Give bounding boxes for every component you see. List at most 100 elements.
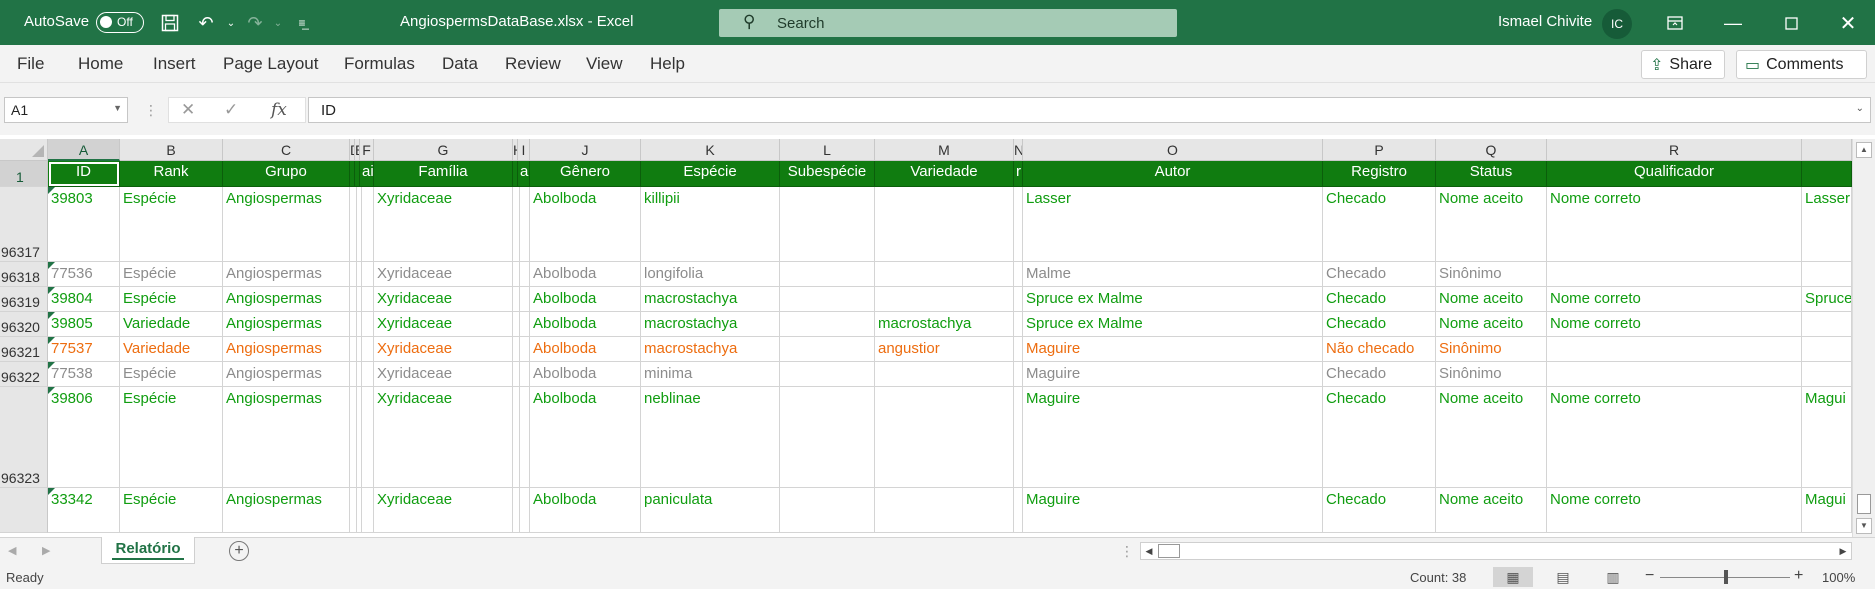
user-name[interactable]: Ismael Chivite [1498,13,1592,30]
cell-autor[interactable]: Spruce ex Malme [1023,312,1323,337]
cell-s[interactable]: Magui [1802,488,1852,533]
cell-i[interactable] [518,362,530,387]
cell-id[interactable]: 33342 [48,488,120,533]
cell-variedade[interactable] [875,488,1014,533]
cell-rank[interactable]: Espécie [120,187,223,262]
cell-variedade[interactable] [875,387,1014,488]
cell-especie[interactable]: neblinae [641,387,780,488]
cell-qualificador[interactable]: Nome correto [1547,488,1802,533]
cell-id[interactable]: 77537 [48,337,120,362]
cell-status[interactable]: Nome aceito [1436,312,1547,337]
cell-subespecie[interactable] [780,337,875,362]
cell-s[interactable] [1802,337,1852,362]
number-as-text-indicator-icon[interactable] [48,488,55,495]
header-cell-grupo[interactable]: Grupo [223,161,350,187]
cell-f[interactable] [360,488,374,533]
confirm-entry-icon[interactable]: ✓ [224,100,238,120]
cell-subespecie[interactable] [780,488,875,533]
add-sheet-icon[interactable]: + [229,541,249,561]
cell-familia[interactable]: Xyridaceae [374,262,513,287]
row-header[interactable]: 96319 [0,287,48,312]
cell-s[interactable]: Spruce [1802,287,1852,312]
column-header-f[interactable]: F [360,139,374,161]
column-header-m[interactable]: M [875,139,1014,161]
header-cell-genero[interactable]: Gênero [530,161,641,187]
cell-autor[interactable]: Maguire [1023,387,1323,488]
next-sheet-icon[interactable]: ▶ [42,544,50,557]
cell-i[interactable] [518,287,530,312]
column-header-l[interactable]: L [780,139,875,161]
cell-autor[interactable]: Maguire [1023,488,1323,533]
cell-familia[interactable]: Xyridaceae [374,287,513,312]
tab-data[interactable]: Data [442,54,478,74]
header-cell-qualificador[interactable]: Qualificador [1547,161,1802,187]
row-header[interactable]: 96323 [0,387,48,488]
cell-f[interactable] [360,312,374,337]
undo-icon[interactable]: ↶ [193,10,219,36]
cell-registro[interactable]: Checado [1323,362,1436,387]
cell-autor[interactable]: Lasser [1023,187,1323,262]
cell-registro[interactable]: Checado [1323,312,1436,337]
cell-genero[interactable]: Abolboda [530,387,641,488]
header-cell-especie[interactable]: Espécie [641,161,780,187]
cell-registro[interactable]: Não checado [1323,337,1436,362]
cell-i[interactable] [518,488,530,533]
column-header-g[interactable]: G [374,139,513,161]
number-as-text-indicator-icon[interactable] [48,387,55,394]
cell-familia[interactable]: Xyridaceae [374,362,513,387]
cell-familia[interactable]: Xyridaceae [374,337,513,362]
insert-function-icon[interactable]: fx [271,100,287,120]
cell-grupo[interactable]: Angiospermas [223,488,350,533]
avatar[interactable]: IC [1602,9,1632,39]
cell-grupo[interactable]: Angiospermas [223,312,350,337]
cell-id[interactable]: 39804 [48,287,120,312]
row-header[interactable]: 96320 [0,312,48,337]
column-header-j[interactable]: J [530,139,641,161]
cell-variedade[interactable]: macrostachya [875,312,1014,337]
scroll-left-icon[interactable]: ◀ [1141,543,1157,559]
cell-especie[interactable]: macrostachya [641,312,780,337]
cell-rank[interactable]: Espécie [120,387,223,488]
cell-especie[interactable]: macrostachya [641,287,780,312]
chevron-down-icon[interactable]: ▼ [113,103,122,113]
tab-review[interactable]: Review [505,54,561,74]
cell-qualificador[interactable] [1547,262,1802,287]
cell-registro[interactable]: Checado [1323,387,1436,488]
column-header-r[interactable]: R [1547,139,1802,161]
column-header-c[interactable]: C [223,139,350,161]
number-as-text-indicator-icon[interactable] [48,362,55,369]
cell-rank[interactable]: Espécie [120,488,223,533]
cell-n[interactable] [1014,488,1023,533]
cell-n[interactable] [1014,187,1023,262]
cell-grupo[interactable]: Angiospermas [223,337,350,362]
cell-qualificador[interactable]: Nome correto [1547,312,1802,337]
header-cell-n[interactable]: r [1014,161,1023,187]
cell-especie[interactable]: macrostachya [641,337,780,362]
number-as-text-indicator-icon[interactable] [48,262,55,269]
column-header-k[interactable]: K [641,139,780,161]
cell-status[interactable]: Sinônimo [1436,337,1547,362]
cell-rank[interactable]: Espécie [120,362,223,387]
minimize-icon[interactable]: — [1718,8,1748,38]
cell-i[interactable] [518,187,530,262]
cell-familia[interactable]: Xyridaceae [374,187,513,262]
cell-genero[interactable]: Abolboda [530,187,641,262]
header-cell-rank[interactable]: Rank [120,161,223,187]
zoom-in-icon[interactable]: + [1794,567,1803,585]
tab-formulas[interactable]: Formulas [344,54,415,74]
undo-dropdown-icon[interactable]: ⌄ [218,10,244,36]
cell-variedade[interactable] [875,287,1014,312]
cell-autor[interactable]: Maguire [1023,362,1323,387]
cell-f[interactable] [360,337,374,362]
cell-familia[interactable]: Xyridaceae [374,488,513,533]
cell-subespecie[interactable] [780,287,875,312]
header-cell-i[interactable]: ail [518,161,530,187]
cell-qualificador[interactable] [1547,337,1802,362]
header-cell-familia[interactable]: Família [374,161,513,187]
cell-genero[interactable]: Abolboda [530,337,641,362]
cell-i[interactable] [518,312,530,337]
cell-n[interactable] [1014,312,1023,337]
cell-rank[interactable]: Variedade [120,337,223,362]
share-button[interactable]: ⇪ Share [1641,50,1725,79]
tab-help[interactable]: Help [650,54,685,74]
